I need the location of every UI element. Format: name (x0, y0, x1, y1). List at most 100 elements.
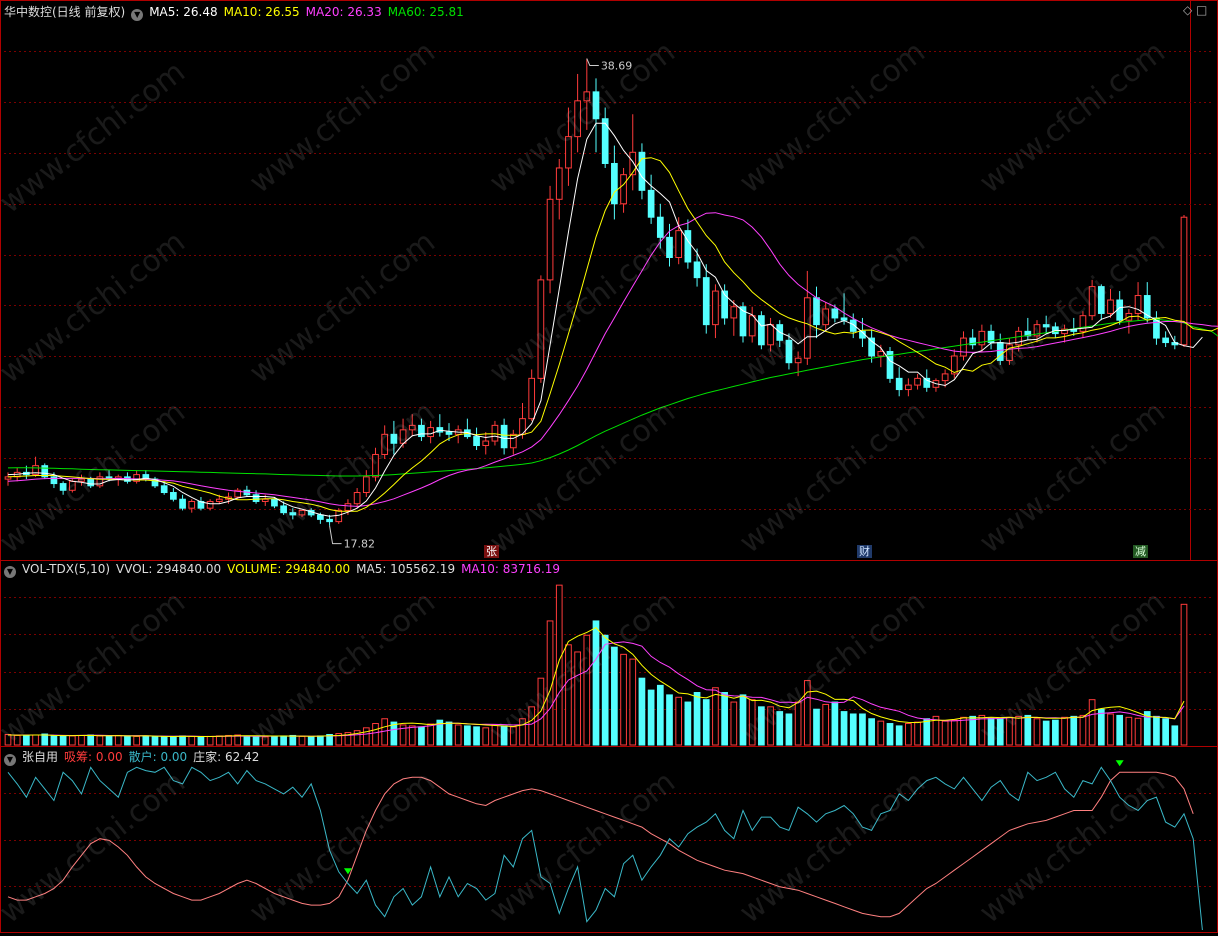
ind-title: 张自用 (22, 750, 59, 764)
volume-bar-up (1134, 717, 1142, 746)
candle-up (509, 433, 517, 449)
volume-bar-down (831, 701, 839, 746)
candle-down (895, 377, 903, 391)
volume-bar-up (803, 680, 811, 746)
volume-bar-down (59, 735, 67, 746)
candle-down (693, 261, 701, 279)
volume-bar-down (693, 692, 701, 746)
volume-bar-down (758, 706, 765, 746)
volume-bar-up (629, 658, 637, 746)
candle-down (831, 308, 839, 319)
low-marker-label: 17.82 (344, 538, 376, 551)
dropdown-icon[interactable]: ▼ (4, 566, 16, 578)
volume-bar-up (978, 714, 986, 746)
candle-up (960, 337, 967, 357)
event-marker-zhang[interactable]: 张 (484, 545, 499, 558)
volume-bar-down (160, 736, 168, 746)
candle-down (1143, 295, 1151, 319)
volume-bar-up (1088, 699, 1096, 746)
candle-up (546, 198, 554, 281)
candle-down (684, 230, 692, 263)
candle-up (748, 315, 756, 337)
ma60-line (7, 318, 1218, 477)
vol-ma5-label: MA5: 105562.19 (356, 562, 456, 576)
candle-down (280, 505, 287, 514)
volume-bar-up (1006, 716, 1013, 746)
volume-bar-up (1079, 714, 1087, 746)
volume-bar-up (620, 653, 627, 746)
candle-down (592, 91, 600, 120)
candle-down (179, 498, 186, 509)
candle-down (500, 424, 508, 449)
volume-bar-up (298, 735, 306, 746)
candle-down (1162, 337, 1169, 344)
dropdown-icon[interactable]: ▼ (4, 754, 16, 766)
candle-down (160, 485, 168, 494)
candle-up (344, 503, 352, 511)
candle-up (215, 498, 223, 502)
sanhu-label: 散户: 0.00 (128, 750, 188, 764)
candle-down (271, 498, 278, 507)
candle-up (620, 174, 627, 205)
candle-down (666, 236, 673, 258)
volume-bar-down (601, 634, 609, 746)
candle-down (1097, 286, 1105, 314)
volume-bar-up (225, 734, 232, 746)
volume-bar-down (776, 711, 784, 746)
event-marker-cai[interactable]: 财 (857, 545, 872, 558)
candle-down (59, 483, 67, 491)
candle-up (941, 373, 949, 382)
candle-down (611, 162, 618, 205)
volume-bar-up (454, 724, 462, 746)
chart-stage[interactable]: 38.69 17.82 华中数控(日线 前复权) ▼ MA5: 26.48 MA10: … (0, 0, 1218, 933)
candle-up (822, 308, 830, 326)
dropdown-icon[interactable]: ▼ (131, 9, 144, 21)
candle-down (326, 518, 333, 523)
volume-bar-down (170, 735, 177, 746)
volume-bar-down (785, 713, 793, 746)
candle-up (1088, 286, 1096, 317)
candle-up (353, 492, 361, 505)
window-controls[interactable]: ◇ □ (1183, 3, 1207, 17)
candle-up (555, 167, 563, 200)
volume-bar-up (583, 634, 591, 746)
candle-down (418, 424, 425, 438)
volume-bar-up (96, 735, 104, 746)
volume-bar-up (675, 696, 683, 746)
candle-up (712, 290, 719, 326)
vol-header: ▼ VOL-TDX(5,10) VVOL: 294840.00 VOLUME: 294… (4, 562, 566, 578)
event-marker-jian[interactable]: 减 (1133, 545, 1148, 558)
chart-frame (0, 0, 1218, 933)
volume-bar-down (923, 718, 931, 746)
volume-bar-up (482, 727, 490, 746)
volume-bar-down (739, 694, 747, 746)
volume-bar-down (271, 735, 278, 746)
chart-canvas[interactable]: 38.69 17.82 (0, 0, 1218, 933)
volume-bar-up (13, 734, 21, 746)
volume-bar-up (822, 703, 830, 746)
volume-bar-up (748, 699, 756, 746)
volume-bar-up (555, 584, 563, 746)
candle-up (408, 424, 416, 431)
volume-bar-down (1052, 719, 1059, 746)
volume-bar-up (960, 716, 967, 746)
candle-up (803, 297, 811, 359)
volume-bar-down (647, 689, 655, 746)
high-marker-line (586, 58, 599, 67)
volume-bar-down (317, 735, 324, 746)
volume-bar-down (684, 701, 692, 746)
volume-bar-down (702, 699, 710, 746)
ma20-line (7, 212, 1218, 507)
volume-bar-up (1125, 716, 1133, 746)
volume-bar-up (1107, 713, 1114, 746)
high-marker-label: 38.69 (601, 60, 633, 73)
candle-down (317, 514, 324, 520)
volume-bar-down (1097, 708, 1105, 746)
candle-up (877, 351, 885, 357)
candle-up (1006, 344, 1013, 361)
volume-bar-down (969, 715, 977, 746)
volume-bar-down (868, 718, 875, 746)
candle-up (372, 453, 379, 478)
volume-bar-up (188, 735, 196, 746)
volume-bar-up (427, 723, 434, 746)
